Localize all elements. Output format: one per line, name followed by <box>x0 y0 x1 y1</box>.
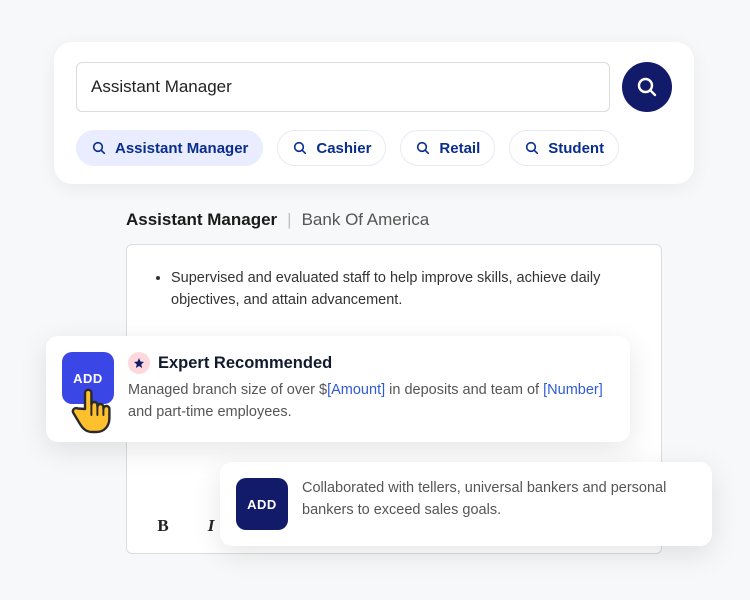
pill-label: Assistant Manager <box>115 140 248 157</box>
editor-content-list: Supervised and evaluated staff to help i… <box>153 267 635 312</box>
suggestion-text: Collaborated with tellers, universal ban… <box>302 478 692 530</box>
expert-recommended-header: Expert Recommended <box>128 352 610 374</box>
expert-label: Expert Recommended <box>158 354 332 373</box>
suggestion-card: ADD Collaborated with tellers, universal… <box>220 462 712 546</box>
suggestion-pills: Assistant Manager Cashier Retail Student <box>76 130 672 166</box>
pill-label: Cashier <box>316 140 371 157</box>
suggestion-text: Managed branch size of over $[Amount] in… <box>128 380 610 424</box>
search-row <box>76 62 672 112</box>
search-icon <box>635 75 659 99</box>
pointer-cursor-icon <box>70 384 116 434</box>
star-icon <box>133 357 145 369</box>
company-name: Bank Of America <box>302 210 430 230</box>
placeholder-amount[interactable]: [Amount] <box>327 382 385 398</box>
entry-heading: Assistant Manager | Bank Of America <box>126 210 429 230</box>
suggestion-text-pre: Managed branch size of over $ <box>128 382 327 398</box>
pill-student[interactable]: Student <box>509 130 619 166</box>
pill-cashier[interactable]: Cashier <box>277 130 386 166</box>
pill-label: Retail <box>439 140 480 157</box>
search-icon <box>415 140 431 156</box>
role-title: Assistant Manager <box>126 210 277 230</box>
search-card: Assistant Manager Cashier Retail Student <box>54 42 694 184</box>
pill-assistant-manager[interactable]: Assistant Manager <box>76 130 263 166</box>
bold-button[interactable]: B <box>149 512 177 540</box>
add-button[interactable]: ADD <box>236 478 288 530</box>
pill-label: Student <box>548 140 604 157</box>
heading-separator: | <box>287 210 291 230</box>
star-badge <box>128 352 150 374</box>
suggestion-text-post: and part-time employees. <box>128 404 292 420</box>
search-button[interactable] <box>622 62 672 112</box>
suggestion-card-expert: ADD Expert Recommended Managed branch si… <box>46 336 630 442</box>
suggestion-text-mid: in deposits and team of <box>385 382 543 398</box>
editor-bullet: Supervised and evaluated staff to help i… <box>171 267 635 312</box>
search-icon <box>292 140 308 156</box>
suggestion-body: Expert Recommended Managed branch size o… <box>128 352 610 424</box>
search-input[interactable] <box>76 62 610 112</box>
pill-retail[interactable]: Retail <box>400 130 495 166</box>
placeholder-number[interactable]: [Number] <box>543 382 603 398</box>
search-icon <box>91 140 107 156</box>
search-icon <box>524 140 540 156</box>
